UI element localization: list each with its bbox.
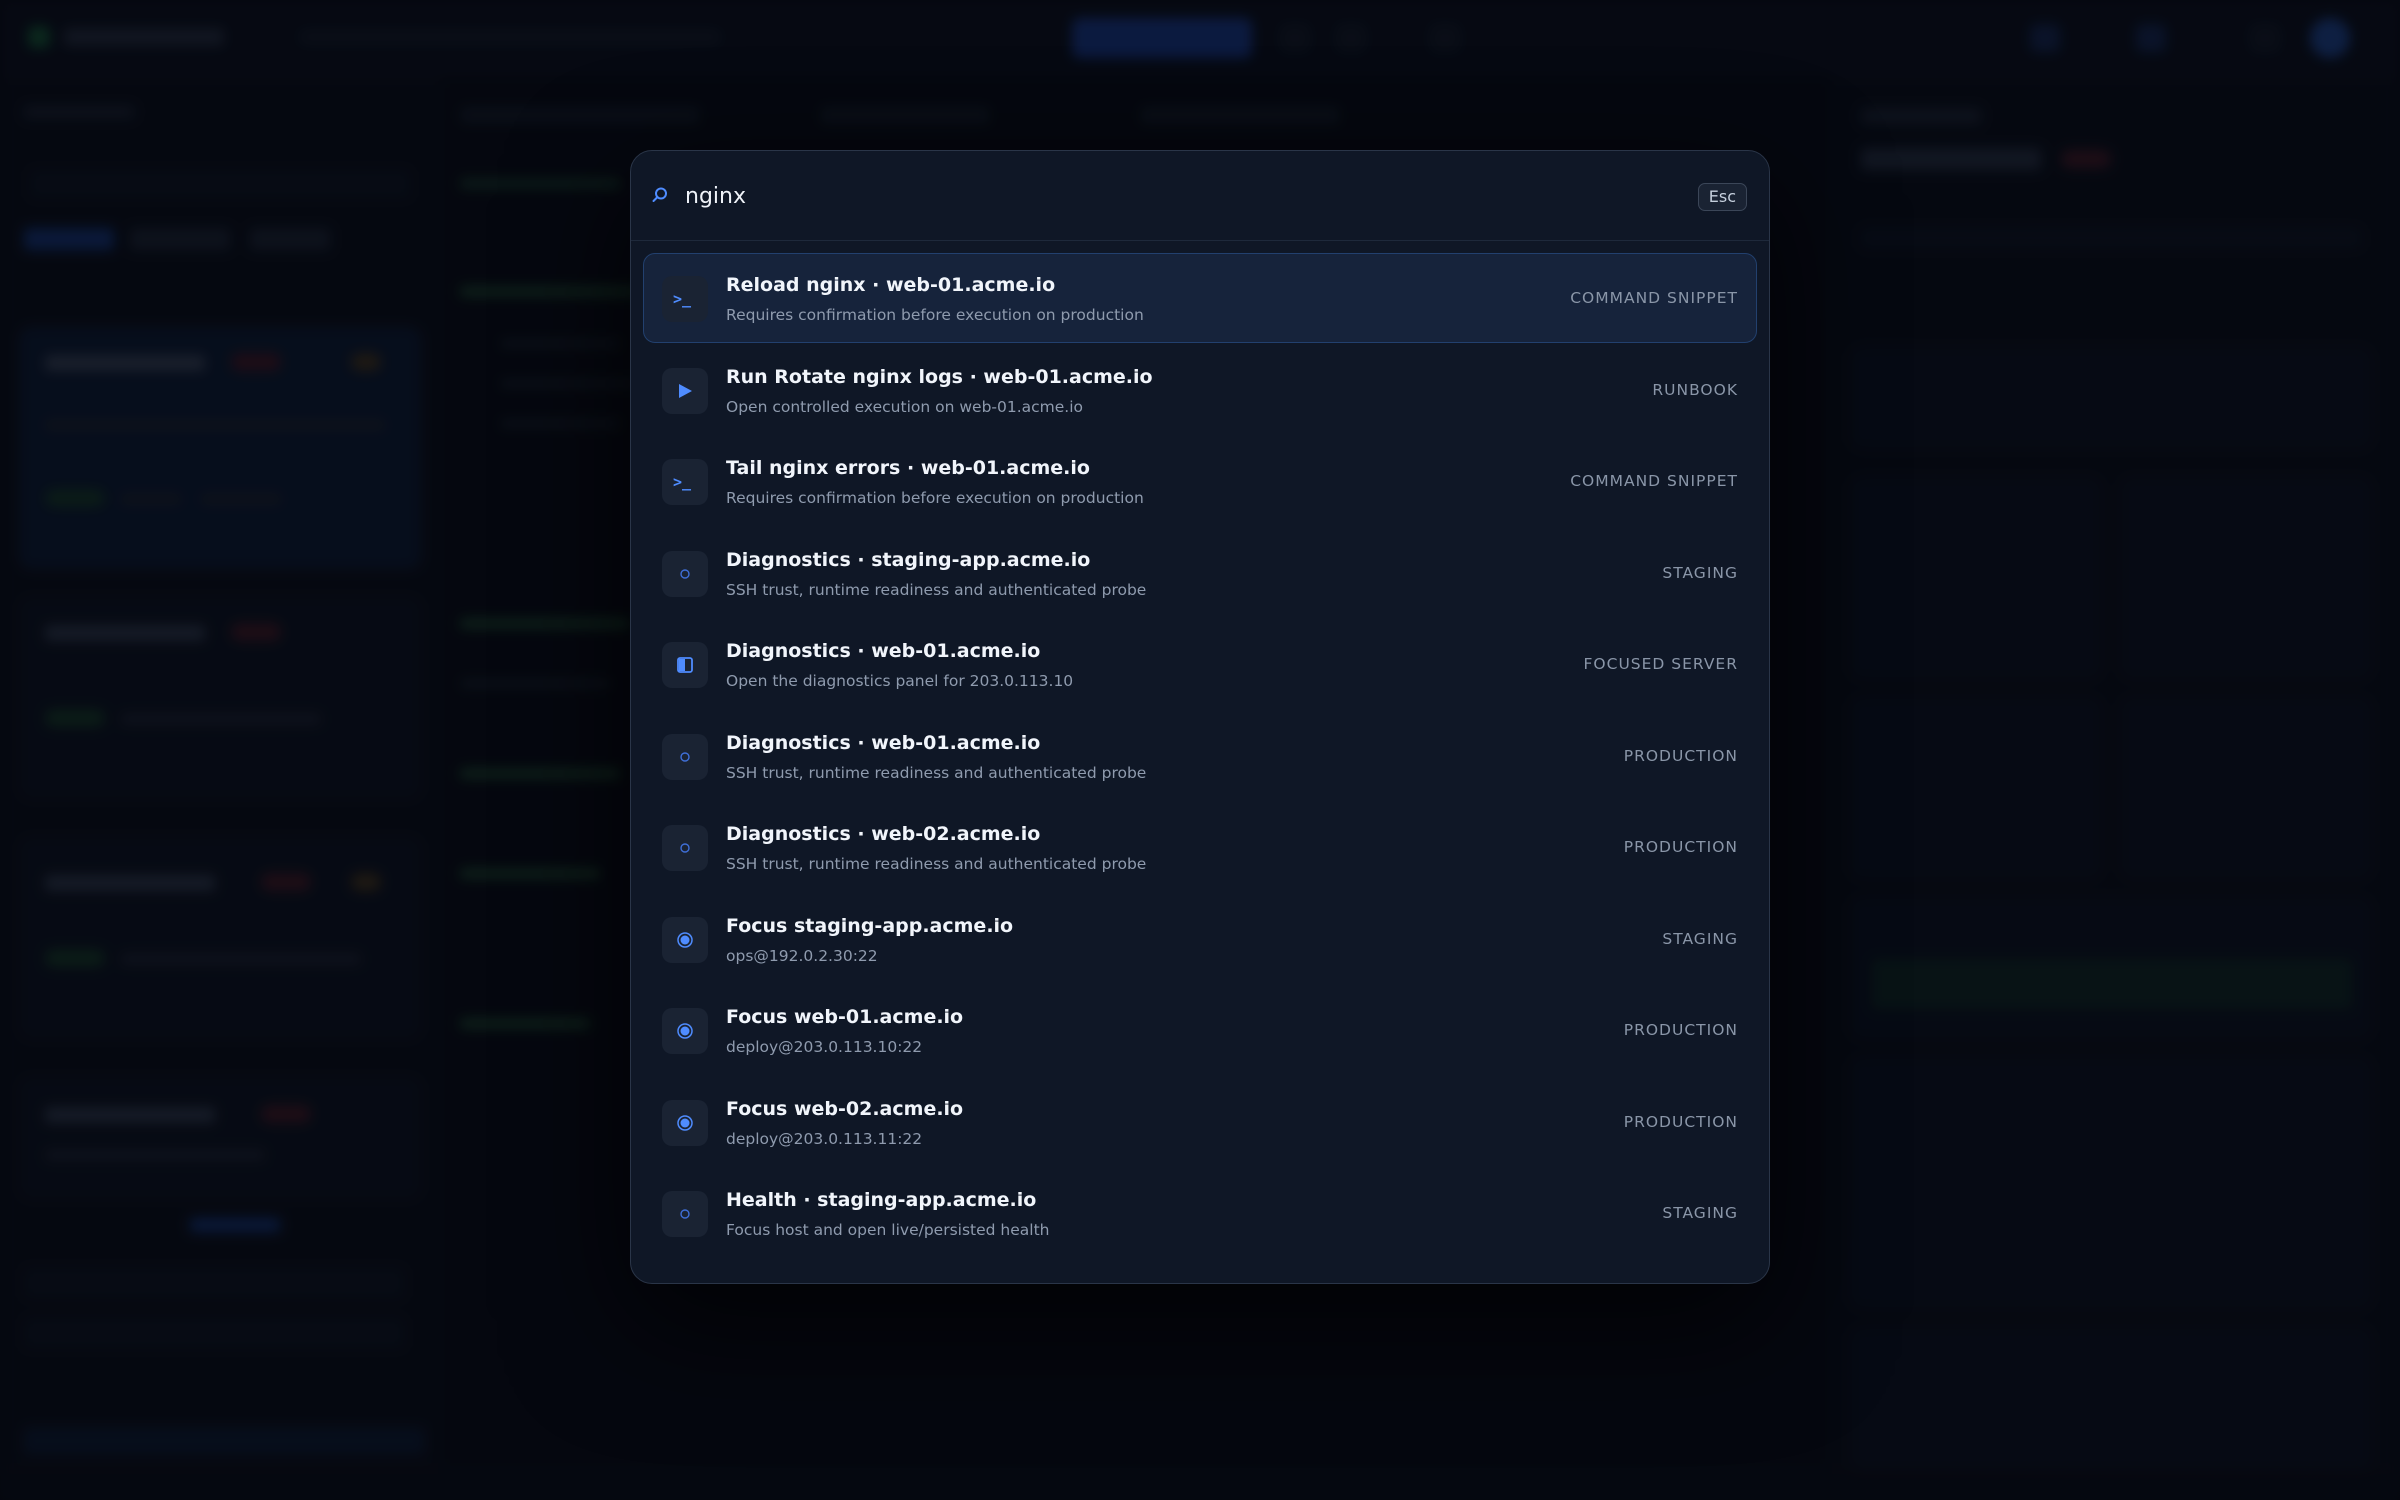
result-category-tag: PRODUCTION — [1623, 1021, 1738, 1039]
escape-key-hint[interactable]: Esc — [1697, 183, 1747, 211]
result-title: Health · staging-app.acme.io — [726, 1189, 1037, 1211]
circle-outline-icon — [662, 550, 708, 597]
result-row[interactable]: Run Rotate nginx logs · web-01.acme.io Op… — [643, 345, 1757, 435]
result-title: Focus web-02.acme.io — [726, 1097, 964, 1120]
search-icon — [652, 187, 667, 202]
result-subtitle: Open the diagnostics panel for 203.0.113… — [726, 672, 1074, 690]
terminal-icon: >_ — [662, 276, 708, 322]
target-icon — [662, 1099, 708, 1146]
result-category-tag: PRODUCTION — [1623, 746, 1738, 765]
result-title: Tail nginx errors · web-01.acme.io — [726, 457, 1090, 479]
result-category-tag: FOCUSED SERVER — [1583, 655, 1738, 673]
target-icon — [662, 916, 708, 963]
result-title: Focus web-01.acme.io — [726, 1006, 964, 1028]
result-row[interactable]: >_ Reload nginx · web-01.acme.io Requires … — [643, 253, 1757, 343]
result-category-tag: RUNBOOK — [1652, 380, 1738, 399]
circle-outline-icon — [662, 825, 708, 871]
result-row[interactable]: Diagnostics · web-01.acme.io Open the dia… — [643, 619, 1757, 709]
palette-search-input[interactable] — [683, 171, 1633, 221]
result-subtitle: ops@192.0.2.30:22 — [726, 946, 878, 965]
svg-text:>_: >_ — [673, 473, 692, 491]
result-category-tag: STAGING — [1662, 929, 1738, 948]
target-icon — [662, 1008, 708, 1054]
result-category-tag: COMMAND SNIPPET — [1570, 289, 1738, 307]
svg-text:>_: >_ — [673, 290, 692, 308]
panel-icon — [662, 642, 708, 688]
result-row[interactable]: Diagnostics · web-01.acme.io SSH trust, r… — [643, 711, 1757, 801]
result-subtitle: Requires confirmation before execution o… — [726, 306, 1144, 324]
result-title: Focus staging-app.acme.io — [726, 914, 1014, 937]
result-category-tag: PRODUCTION — [1623, 1112, 1738, 1131]
result-subtitle: deploy@203.0.113.10:22 — [726, 1038, 923, 1056]
circle-outline-icon — [662, 733, 708, 780]
result-row[interactable]: Diagnostics · web-02.acme.io SSH trust, r… — [643, 802, 1757, 892]
result-subtitle: Requires confirmation before execution o… — [726, 489, 1144, 507]
result-subtitle: Open controlled execution on web-01.acme… — [726, 397, 1084, 416]
result-row[interactable]: >_ Tail nginx errors · web-01.acme.io Requ… — [643, 436, 1757, 526]
palette-results-list: >_ Reload nginx · web-01.acme.io Requires … — [643, 253, 1757, 1260]
result-title: Run Rotate nginx logs · web-01.acme.io — [726, 365, 1153, 388]
terminal-icon: >_ — [662, 459, 708, 505]
result-title: Diagnostics · web-01.acme.io — [726, 640, 1041, 662]
result-subtitle: SSH trust, runtime readiness and authent… — [726, 855, 1147, 873]
result-category-tag: STAGING — [1662, 563, 1738, 582]
result-subtitle: SSH trust, runtime readiness and authent… — [726, 580, 1147, 599]
result-category-tag: STAGING — [1662, 1204, 1738, 1222]
result-title: Diagnostics · web-02.acme.io — [726, 823, 1041, 845]
result-category-tag: PRODUCTION — [1623, 838, 1738, 856]
result-row[interactable]: Diagnostics · staging-app.acme.io SSH tru… — [643, 528, 1757, 618]
circle-outline-icon — [662, 1191, 708, 1237]
command-palette: Esc >_ Reload nginx · web-01.acme.io Requi… — [630, 150, 1770, 1284]
result-row[interactable]: Focus web-01.acme.io deploy@203.0.113.10:… — [643, 985, 1757, 1075]
play-icon — [662, 367, 708, 414]
result-title: Reload nginx · web-01.acme.io — [726, 274, 1056, 296]
result-row[interactable]: Focus staging-app.acme.io ops@192.0.2.30:… — [643, 894, 1757, 984]
result-subtitle: SSH trust, runtime readiness and authent… — [726, 763, 1147, 782]
palette-search-bar: Esc — [631, 151, 1769, 241]
result-title: Diagnostics · staging-app.acme.io — [726, 548, 1091, 571]
result-subtitle: Focus host and open live/persisted healt… — [726, 1221, 1050, 1239]
result-subtitle: deploy@203.0.113.11:22 — [726, 1129, 923, 1148]
result-row[interactable]: Focus web-02.acme.io deploy@203.0.113.11:… — [643, 1077, 1757, 1167]
result-title: Diagnostics · web-01.acme.io — [726, 731, 1041, 754]
result-category-tag: COMMAND SNIPPET — [1570, 472, 1738, 490]
result-row[interactable]: Health · staging-app.acme.io Focus host a… — [643, 1168, 1757, 1258]
